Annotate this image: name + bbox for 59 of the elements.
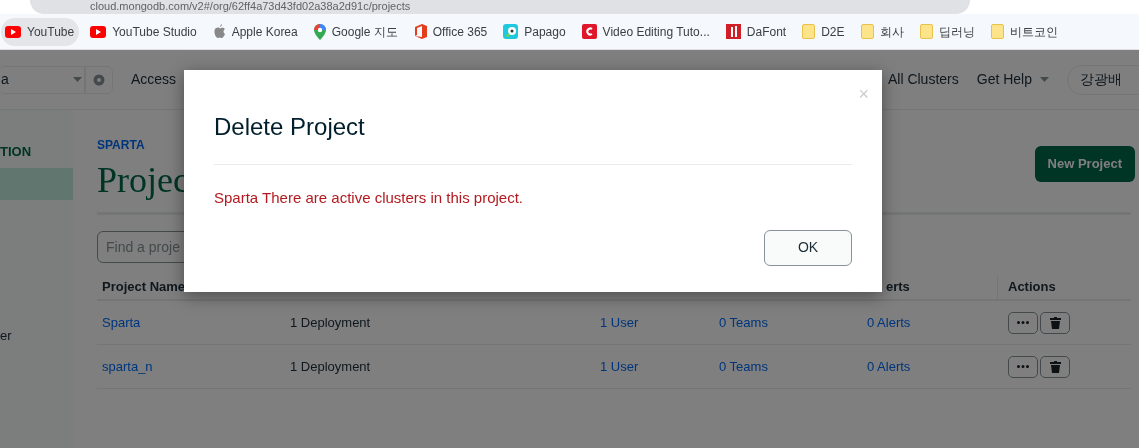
bookmark[interactable]: 비트코인 — [986, 17, 1063, 46]
sidebar-heading: TION — [0, 143, 33, 161]
organization-select[interactable]: a — [0, 65, 85, 94]
caret-icon — [73, 77, 82, 82]
trash-icon — [1049, 360, 1061, 373]
bookmark[interactable]: DaFont — [721, 17, 792, 46]
more-icon — [1017, 365, 1029, 368]
teams-link[interactable]: 0 Teams — [719, 312, 768, 333]
more-button[interactable] — [1008, 311, 1038, 334]
bookmark[interactable]: Video Editing Tuto... — [577, 17, 715, 46]
bars-logo-icon — [725, 24, 741, 39]
bookmark[interactable]: 회사 — [856, 17, 909, 46]
table-cell-text: 1 Deployment — [290, 357, 371, 376]
more-icon — [1017, 321, 1029, 324]
page-title: Projec — [97, 159, 189, 202]
bookmark[interactable]: Apple Korea — [208, 17, 303, 46]
apple-icon — [212, 24, 226, 39]
table-cell-text: 1 Deployment — [290, 313, 371, 332]
alerts-link[interactable]: 0 Alerts — [867, 312, 911, 333]
bookmark[interactable]: D2E — [798, 17, 850, 46]
delete-button[interactable] — [1040, 355, 1070, 378]
column-header: Actions — [1008, 278, 1056, 297]
bookmark[interactable]: YouTube Studio — [86, 17, 202, 46]
nav-link[interactable]: Get Help — [976, 69, 1049, 90]
bookmark[interactable]: 딥러닝 — [915, 17, 980, 46]
delete-button[interactable] — [1040, 311, 1070, 334]
teams-link[interactable]: 0 Teams — [719, 356, 768, 377]
ok-button[interactable]: OK — [764, 229, 852, 266]
project-link[interactable]: sparta_n — [102, 356, 153, 377]
users-link[interactable]: 1 User — [600, 312, 639, 333]
play-icon — [5, 25, 21, 38]
folder-icon — [919, 24, 933, 39]
folder-icon — [860, 24, 874, 39]
new-project-button[interactable]: New Project — [1034, 146, 1135, 182]
error-message: Sparta There are active clusters in this project. — [214, 188, 525, 208]
users-link[interactable]: 1 User — [600, 356, 639, 377]
folder-icon — [990, 24, 1004, 39]
parrot-icon — [503, 24, 519, 39]
bookmark[interactable]: Google 지도 — [309, 17, 403, 46]
settings-button[interactable] — [85, 65, 113, 94]
nav-link[interactable]: Access — [131, 69, 177, 90]
bookmark[interactable]: YouTube — [1, 17, 80, 46]
office-icon — [413, 24, 427, 39]
more-button[interactable] — [1008, 355, 1038, 378]
project-link[interactable]: Sparta — [102, 312, 141, 333]
letter-logo-icon — [581, 24, 597, 39]
folder-icon — [802, 24, 816, 39]
sidebar-item[interactable]: er — [0, 319, 73, 352]
column-header: erts — [886, 278, 910, 297]
settings-icon — [92, 72, 106, 87]
bookmark[interactable]: Papago — [499, 17, 571, 46]
map-pin-icon — [313, 23, 326, 40]
alerts-link[interactable]: 0 Alerts — [867, 356, 911, 377]
play-icon — [90, 25, 107, 38]
trash-icon — [1049, 316, 1061, 329]
column-header: Project Name — [102, 278, 186, 297]
nav-link[interactable]: All Clusters — [887, 69, 959, 90]
bookmark[interactable]: Office 365 — [409, 17, 493, 46]
dialog-title: Delete Project — [214, 112, 366, 142]
